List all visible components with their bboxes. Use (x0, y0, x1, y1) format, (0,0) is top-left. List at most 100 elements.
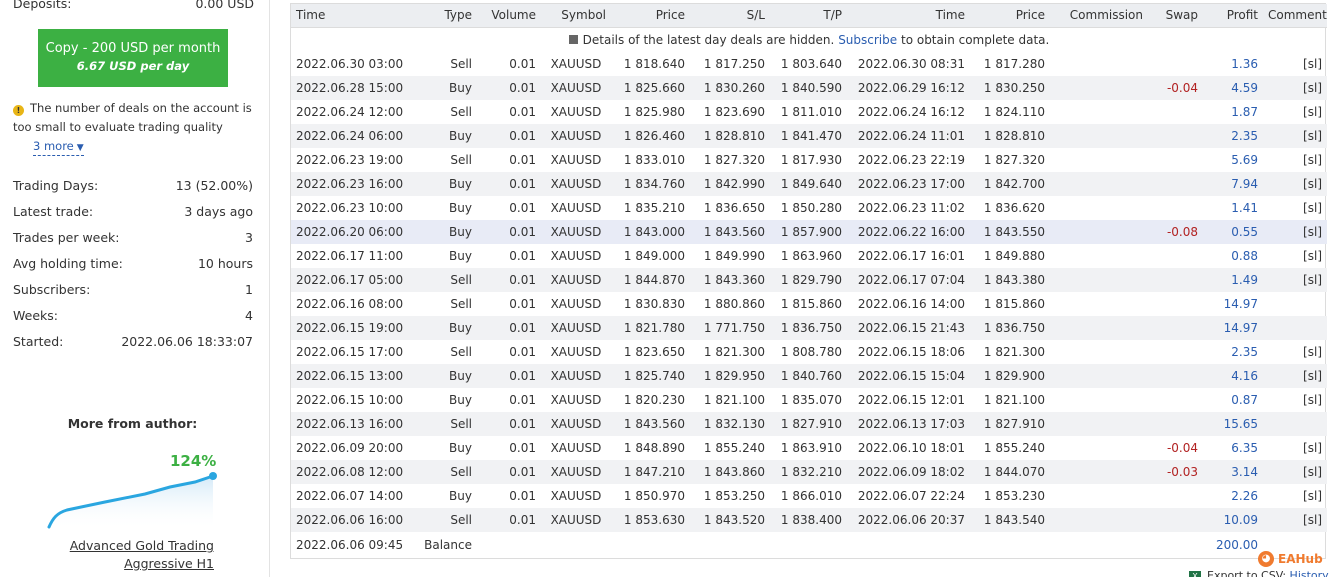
cell-comment: [sl] (1303, 441, 1322, 455)
cell-profit: 1.49 (1203, 268, 1263, 292)
col-header-open-time[interactable]: Time (291, 4, 419, 28)
cell-open-price: 1 853.630 (611, 508, 690, 532)
cell-volume: 0.01 (509, 57, 536, 71)
hidden-deals-notice-row: Details of the latest day deals are hidd… (291, 27, 1327, 52)
cell-volume: 0.01 (509, 249, 536, 263)
cell-sl: 1 821.100 (703, 393, 765, 407)
copy-signal-button[interactable]: Copy - 200 USD per month 6.67 USD per da… (38, 29, 228, 87)
cell-symbol: XAUUSD (550, 153, 602, 167)
cell-swap: -0.08 (1148, 220, 1203, 244)
table-row: 2022.06.23 10:00 Buy 0.01 XAUUSD 1 835.210 1 … (291, 196, 1327, 220)
cell-comment: [sl] (1263, 268, 1327, 292)
col-header-tp[interactable]: T/P (770, 4, 847, 28)
col-header-volume[interactable]: Volume (477, 4, 541, 28)
stat-value: 3 (245, 230, 253, 245)
col-header-open-price[interactable]: Price (611, 4, 690, 28)
cell-close-time: 2022.06.15 12:01 (857, 393, 965, 407)
table-row: 2022.06.15 19:00 Buy 0.01 XAUUSD 1 821.780 1 … (291, 316, 1327, 340)
cell-swap (1148, 196, 1203, 220)
cell-swap (1148, 148, 1203, 172)
cell-symbol: XAUUSD (550, 393, 602, 407)
cell-volume: 0.01 (509, 345, 536, 359)
cell-comment (1263, 292, 1327, 316)
cell-close-price: 1 843.540 (970, 508, 1050, 532)
cell-symbol: XAUUSD (550, 345, 602, 359)
cell-open-price: 1 825.980 (623, 105, 685, 119)
table-header-row: Time Type Volume Symbol Price S/L T/P Ti… (291, 4, 1327, 28)
cell-volume: 0.01 (509, 441, 536, 455)
cell-close-price: 1 828.810 (970, 124, 1050, 148)
cell-open-time: 2022.06.24 06:00 (291, 124, 419, 148)
cell-tp: 1 829.790 (770, 268, 847, 292)
show-more-link[interactable]: 3 more ▼ (33, 140, 84, 156)
cell-close-price: 1 827.320 (983, 153, 1045, 167)
cell-symbol: XAUUSD (550, 297, 602, 311)
col-header-type[interactable]: Type (419, 4, 477, 28)
col-header-comment[interactable]: Comment (1263, 4, 1327, 28)
cell-type: Sell (450, 153, 472, 167)
cell-symbol: XAUUSD (541, 172, 611, 196)
cell-commission (1050, 196, 1148, 220)
cell-open-time: 2022.06.23 16:00 (291, 172, 419, 196)
col-header-close-time[interactable]: Time (847, 4, 970, 28)
col-header-swap[interactable]: Swap (1148, 4, 1203, 28)
col-header-sl[interactable]: S/L (690, 4, 770, 28)
table-row: 2022.06.17 05:00 Sell 0.01 XAUUSD 1 844.870 1… (291, 268, 1327, 292)
cell-open-price: 1 844.870 (611, 268, 690, 292)
cell-profit: 14.97 (1203, 316, 1263, 340)
cell-open-time: 2022.06.08 12:00 (291, 460, 419, 484)
cell-symbol: XAUUSD (550, 201, 602, 215)
cell-close-price: 1 843.550 (970, 220, 1050, 244)
author-signal-link[interactable]: Advanced Gold Trading Aggressive H1 (40, 537, 214, 573)
subscribe-link[interactable]: Subscribe (838, 33, 897, 47)
eahub-logo-icon: ◕ (1258, 551, 1274, 567)
export-csv: X Export to CSV: History (1189, 569, 1329, 577)
cell-type: Sell (450, 297, 472, 311)
deposits-label: Deposits: (13, 0, 72, 11)
cell-close-time: 2022.06.29 16:12 (847, 76, 970, 100)
cell-sl: 1 843.360 (690, 268, 770, 292)
cell-comment: [sl] (1263, 508, 1327, 532)
stat-started: Started: 2022.06.06 18:33:07 (13, 333, 253, 351)
cell-close-price: 1 830.250 (970, 76, 1050, 100)
stat-label: Trading Days: (13, 178, 99, 193)
cell-commission (1050, 364, 1148, 388)
cell-commission (1050, 124, 1148, 148)
warning-text-line2: too small to evaluate trading quality (13, 120, 223, 134)
cell-close-price: 1 821.300 (983, 345, 1045, 359)
cell-commission (1050, 100, 1148, 124)
table-row: 2022.06.06 16:00 Sell 0.01 XAUUSD 1 853.630 1… (291, 508, 1327, 532)
author-signal-growth-sparkline[interactable] (45, 450, 220, 530)
export-history-link[interactable]: History (1290, 569, 1329, 577)
cell-commission (1050, 292, 1148, 316)
cell-tp: 1 850.280 (780, 201, 842, 215)
col-header-symbol[interactable]: Symbol (541, 4, 611, 28)
author-signal-name-line1: Advanced Gold Trading (69, 538, 214, 553)
cell-commission (1050, 412, 1148, 436)
cell-close-price: 1 844.070 (970, 460, 1050, 484)
cell-close-price: 1 836.750 (970, 316, 1050, 340)
cell-swap (1148, 412, 1203, 436)
col-header-commission[interactable]: Commission (1050, 4, 1148, 28)
cell-swap (1148, 388, 1203, 412)
stat-value: 1 (245, 282, 253, 297)
table-row: 2022.06.09 20:00 Buy 0.01 XAUUSD 1 848.890 1 … (291, 436, 1327, 460)
cell-open-price: 1 825.660 (611, 76, 690, 100)
eahub-watermark: ◕ EAHub (1258, 551, 1323, 567)
cell-type: Sell (419, 460, 477, 484)
cell-tp: 1 866.010 (780, 489, 842, 503)
cell-close-time: 2022.06.13 17:03 (847, 412, 970, 436)
cell-tp: 1 811.010 (780, 105, 842, 119)
cell-type: Buy (449, 393, 472, 407)
cell-volume: 0.01 (477, 364, 541, 388)
cell-close-price: 1 817.280 (983, 57, 1045, 71)
cell-open-price: 1 835.210 (623, 201, 685, 215)
col-header-profit[interactable]: Profit (1203, 4, 1263, 28)
cell-swap (1148, 124, 1203, 148)
cell-symbol: XAUUSD (550, 105, 602, 119)
cell-swap (1148, 316, 1203, 340)
sidebar: Deposits: 0.00 USD Copy - 200 USD per mo… (0, 0, 270, 577)
col-header-close-price[interactable]: Price (970, 4, 1050, 28)
stat-label: Weeks: (13, 308, 58, 323)
cell-commission (1050, 508, 1148, 532)
